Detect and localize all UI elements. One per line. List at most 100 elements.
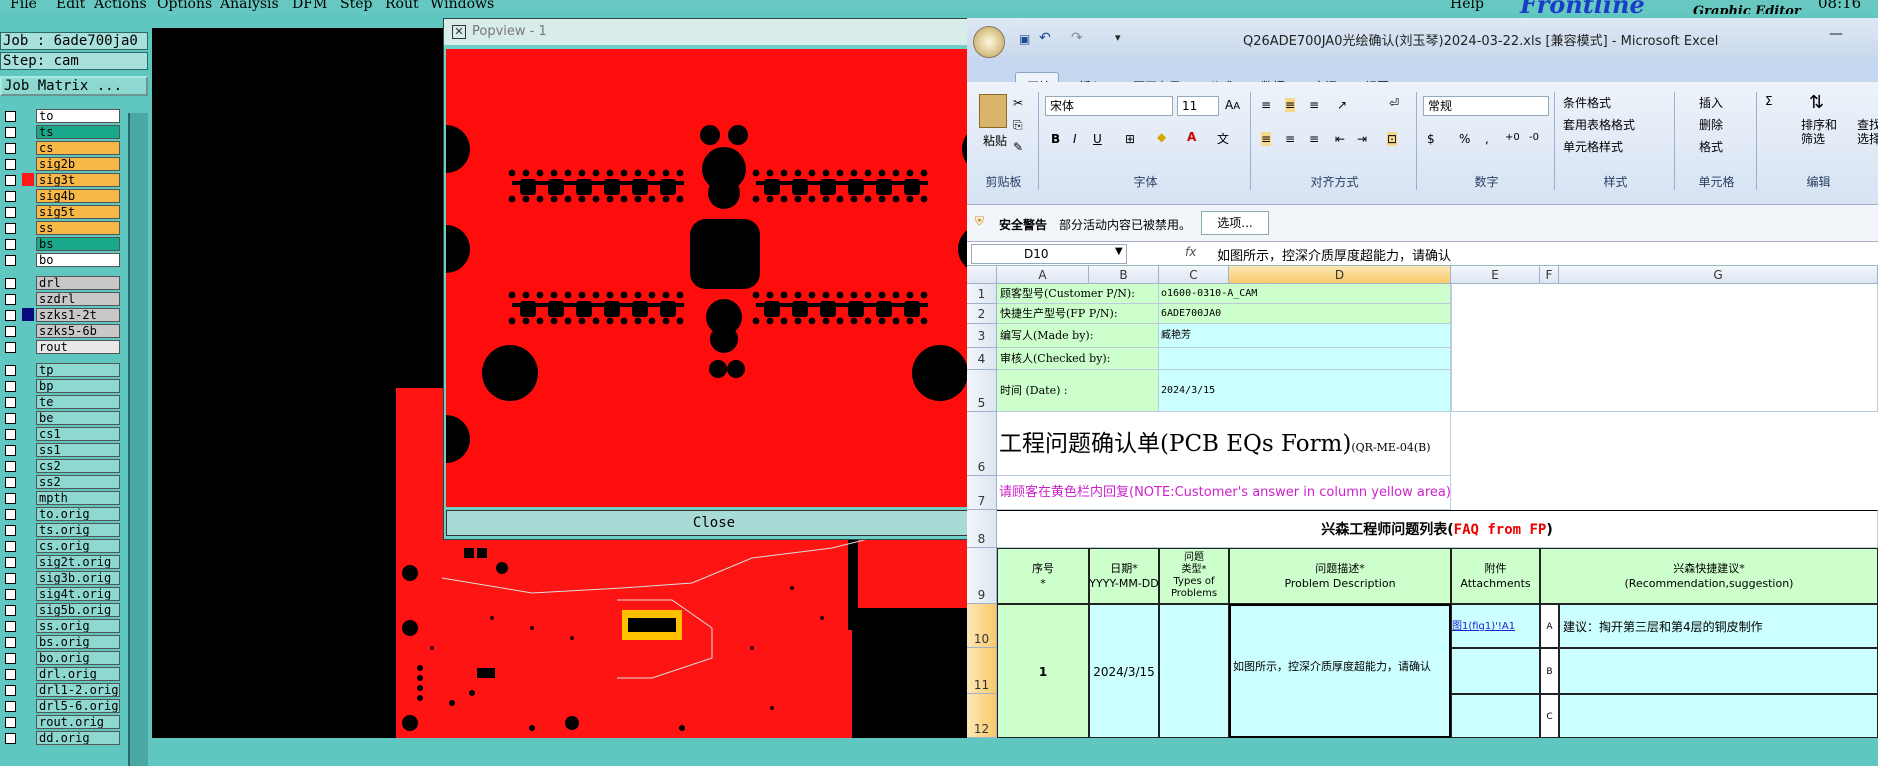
form-title-cell[interactable]: 工程问题确认单(PCB EQs Form)(QR-ME-04(B) (997, 412, 1451, 476)
layer-checkbox[interactable] (5, 294, 16, 305)
layer-work-marker[interactable] (22, 363, 34, 376)
autosum-icon[interactable]: Σ (1765, 94, 1773, 108)
menu-file[interactable]: File (10, 0, 37, 12)
menu-options[interactable]: Options (157, 0, 212, 12)
layer-checkbox[interactable] (5, 637, 16, 648)
layer-checkbox[interactable] (5, 381, 16, 392)
save-icon[interactable]: ▣ (1019, 32, 1030, 46)
layer-work-marker[interactable] (22, 157, 34, 170)
row-header-1[interactable]: 1 (967, 284, 997, 304)
formula-content[interactable]: 如图所示，控深介质厚度超能力，请确认 (1217, 245, 1451, 264)
layer-row[interactable]: ss2 (2, 474, 120, 489)
suggestion-cell[interactable] (1559, 694, 1878, 738)
layer-work-marker[interactable] (22, 523, 34, 536)
menu-help[interactable]: Help (1450, 0, 1484, 12)
layer-name[interactable]: bo (36, 253, 120, 267)
layer-row[interactable]: cs2 (2, 458, 120, 473)
layer-checkbox[interactable] (5, 326, 16, 337)
layer-checkbox[interactable] (5, 191, 16, 202)
layer-checkbox[interactable] (5, 477, 16, 488)
layer-name[interactable]: cs.orig (36, 539, 120, 553)
layer-row[interactable]: bp (2, 378, 120, 393)
layer-work-marker[interactable] (22, 189, 34, 202)
layer-row[interactable]: ts.orig (2, 522, 120, 537)
layer-list-scrollbar[interactable] (128, 113, 148, 766)
menu-analysis[interactable]: Analysis (220, 0, 279, 12)
layer-name[interactable]: bo.orig (36, 651, 120, 665)
layer-checkbox[interactable] (5, 541, 16, 552)
popview-close-button[interactable]: Close (446, 510, 982, 536)
menu-windows[interactable]: Windows (430, 0, 494, 12)
layer-checkbox[interactable] (5, 413, 16, 424)
italic-icon[interactable]: I (1073, 132, 1077, 146)
spreadsheet-grid[interactable]: A B C D E F G 1 2 3 4 5 6 7 8 9 10 11 12 顾客型号(Customer P/N)… (967, 266, 1878, 738)
bold-icon[interactable]: B (1051, 132, 1060, 146)
layer-name[interactable]: rout (36, 340, 120, 354)
layer-name[interactable]: be (36, 411, 120, 425)
row-header-9[interactable]: 9 (967, 548, 997, 604)
layer-row[interactable]: sig3b.orig (2, 570, 120, 585)
layer-work-marker[interactable] (22, 555, 34, 568)
layer-work-marker[interactable] (22, 379, 34, 392)
layer-row[interactable]: be (2, 410, 120, 425)
layer-row[interactable]: cs.orig (2, 538, 120, 553)
layer-work-marker[interactable] (22, 308, 34, 321)
layer-row[interactable]: sig4b (2, 188, 120, 203)
font-size-select[interactable]: 11 (1177, 96, 1219, 116)
layer-checkbox[interactable] (5, 239, 16, 250)
popview-canvas[interactable] (422, 49, 1010, 507)
column-header-C[interactable]: C (1159, 266, 1229, 284)
layer-work-marker[interactable] (22, 141, 34, 154)
layer-checkbox[interactable] (5, 223, 16, 234)
decrease-decimal-icon[interactable]: -0 (1529, 132, 1539, 143)
namebox-dropdown-icon[interactable]: ▼ (1115, 246, 1123, 257)
suggestion-cell[interactable]: 建议：掏开第三层和第4层的铜皮制作 (1559, 604, 1878, 648)
layer-checkbox[interactable] (5, 669, 16, 680)
layer-row[interactable]: bo.orig (2, 650, 120, 665)
layer-checkbox[interactable] (5, 342, 16, 353)
layer-checkbox[interactable] (5, 557, 16, 568)
format-cells-button[interactable]: 格式 (1699, 138, 1723, 155)
menu-dfm[interactable]: DFM (292, 0, 327, 12)
layer-checkbox[interactable] (5, 509, 16, 520)
info-value[interactable]: 2024/3/15 (1159, 370, 1451, 412)
name-box[interactable]: D10 (971, 244, 1127, 264)
layer-work-marker[interactable] (22, 491, 34, 504)
layer-row[interactable]: ts (2, 124, 120, 139)
layer-name[interactable]: ts (36, 125, 120, 139)
layer-row[interactable]: bs (2, 236, 120, 251)
layer-row[interactable]: sig3t (2, 172, 120, 187)
cell-style-button[interactable]: 单元格样式 (1563, 138, 1623, 155)
layer-name[interactable]: szks5-6b (36, 324, 120, 338)
menu-rout[interactable]: Rout (385, 0, 419, 12)
delete-cells-button[interactable]: 删除 (1699, 116, 1723, 133)
align-top-icon[interactable]: ≡ (1261, 98, 1271, 112)
menu-actions[interactable]: Actions (94, 0, 147, 12)
sort-filter-button[interactable]: 排序和 筛选 (1801, 118, 1837, 146)
layer-work-marker[interactable] (22, 292, 34, 305)
row-header-6[interactable]: 6 (967, 412, 997, 476)
menu-step[interactable]: Step (340, 0, 372, 12)
layer-name[interactable]: sig2b (36, 157, 120, 171)
column-header-B[interactable]: B (1089, 266, 1159, 284)
layer-row[interactable]: sig2t.orig (2, 554, 120, 569)
layer-name[interactable]: sig5t (36, 205, 120, 219)
font-color-icon[interactable]: A (1187, 130, 1196, 144)
layer-name[interactable]: rout.orig (36, 715, 120, 729)
layer-checkbox[interactable] (5, 589, 16, 600)
layer-row[interactable]: bs.orig (2, 634, 120, 649)
layer-checkbox[interactable] (5, 175, 16, 186)
layer-name[interactable]: sig5b.orig (36, 603, 120, 617)
layer-name[interactable]: sig3b.orig (36, 571, 120, 585)
layer-row[interactable]: ss (2, 220, 120, 235)
layer-work-marker[interactable] (22, 475, 34, 488)
layer-name[interactable]: cs (36, 141, 120, 155)
layer-name[interactable]: szks1-2t (36, 308, 120, 322)
layer-work-marker[interactable] (22, 507, 34, 520)
layer-checkbox[interactable] (5, 429, 16, 440)
security-options-button[interactable]: 选项... (1201, 211, 1269, 235)
layer-checkbox[interactable] (5, 255, 16, 266)
number-format-select[interactable]: 常规 (1423, 96, 1549, 116)
layer-work-marker[interactable] (22, 571, 34, 584)
layer-name[interactable]: bs.orig (36, 635, 120, 649)
